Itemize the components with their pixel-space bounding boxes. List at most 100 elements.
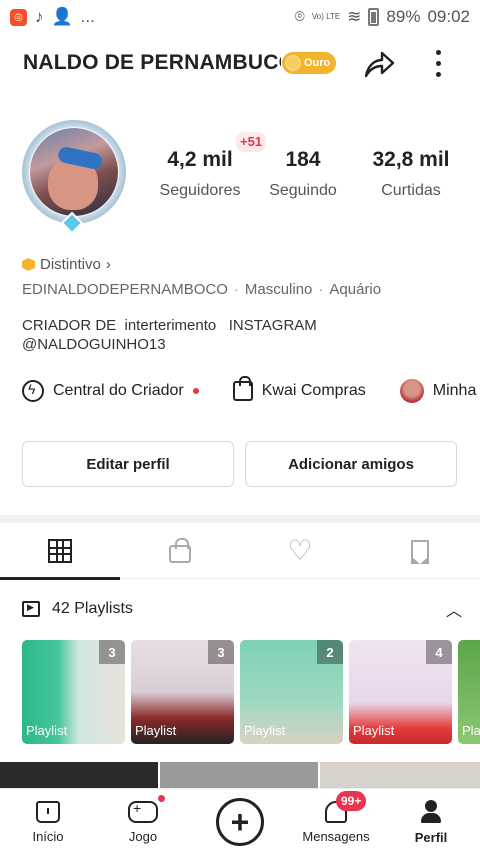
playlist-card[interactable]: Pla bbox=[458, 640, 480, 744]
kwai-app-icon: ◎ bbox=[10, 8, 27, 26]
playlist-label: Playlist bbox=[244, 723, 286, 738]
creator-center-link[interactable]: Central do Criador bbox=[22, 380, 199, 402]
battery-percent: 89% bbox=[386, 7, 421, 26]
video-thumbnail[interactable] bbox=[160, 762, 318, 790]
nav-messages-label: Mensagens bbox=[302, 829, 370, 844]
creator-center-label: Central do Criador bbox=[53, 382, 184, 399]
create-post-button[interactable]: + bbox=[216, 798, 264, 846]
playlist-card[interactable]: 3 Playlist bbox=[131, 640, 234, 744]
nav-profile-label: Perfil bbox=[414, 830, 448, 845]
playlist-card[interactable]: 3 Playlist bbox=[22, 640, 125, 744]
profile-bio: CRIADOR DE interterimento INSTAGRAM @NAL… bbox=[22, 316, 317, 354]
playlist-card[interactable]: 4 Playlist bbox=[349, 640, 452, 744]
playlist-row: 3 Playlist 3 Playlist 2 Playlist 4 Playl… bbox=[22, 640, 480, 744]
status-ellipsis: ... bbox=[80, 7, 95, 26]
nav-game-label: Jogo bbox=[128, 829, 158, 844]
video-thumbnail[interactable] bbox=[320, 762, 480, 790]
status-bar: ◎ ♪ 👤 ... ⌾ Vo) LTE ≋ 89% 09:02 bbox=[0, 0, 480, 34]
playlists-title: 42 Playlists bbox=[52, 600, 133, 617]
gold-level-badge[interactable]: Ouro bbox=[282, 52, 337, 74]
heart-icon: ♡ bbox=[287, 535, 313, 566]
status-right: ⌾ Vo) LTE ≋ 89% 09:02 bbox=[295, 7, 470, 27]
tab-liked[interactable]: ♡ bbox=[240, 523, 360, 579]
mine-link[interactable]: Minha bbox=[399, 379, 477, 403]
clock: 09:02 bbox=[427, 7, 470, 26]
nav-home[interactable]: Início bbox=[8, 797, 88, 851]
nav-game[interactable]: Jogo bbox=[103, 795, 183, 851]
notification-dot bbox=[158, 795, 165, 802]
video-thumbnail[interactable] bbox=[0, 762, 158, 790]
kwai-shopping-label: Kwai Compras bbox=[261, 382, 366, 399]
playlist-label: Pla bbox=[462, 723, 480, 738]
followers-label: Seguidores bbox=[159, 182, 241, 199]
grid-icon bbox=[48, 539, 72, 563]
person-icon bbox=[420, 800, 442, 824]
share-icon[interactable] bbox=[362, 48, 396, 80]
avatar[interactable] bbox=[22, 120, 126, 235]
playlists-header[interactable]: 42 Playlists ︿ bbox=[22, 596, 462, 622]
playlist-count: 2 bbox=[317, 640, 343, 664]
more-options-icon[interactable] bbox=[428, 46, 448, 80]
nav-messages[interactable]: 99+ Mensagens bbox=[296, 791, 376, 851]
avatar-photo bbox=[30, 128, 118, 216]
wifi-icon: ≋ bbox=[347, 7, 362, 26]
followers-count: 4,2 mil bbox=[167, 148, 233, 171]
tiktok-icon: ♪ bbox=[35, 7, 44, 26]
distintivo-label: Distintivo bbox=[40, 256, 101, 273]
stat-following[interactable]: 184 Seguindo bbox=[260, 148, 346, 200]
stat-likes[interactable]: 32,8 mil Curtidas bbox=[356, 148, 466, 200]
bio-line-1: CRIADOR DE interterimento INSTAGRAM bbox=[22, 317, 317, 334]
content-tabs: ♡ bbox=[0, 523, 480, 580]
chevron-right-icon: › bbox=[105, 256, 111, 273]
mini-avatar bbox=[399, 379, 424, 403]
gold-coin-icon bbox=[285, 55, 301, 71]
lightning-icon bbox=[22, 380, 44, 402]
distintivo-link[interactable]: Distintivo › bbox=[22, 256, 111, 273]
kwai-shopping-link[interactable]: Kwai Compras bbox=[232, 376, 366, 401]
nav-home-label: Início bbox=[32, 829, 64, 844]
profile-stats: +51 4,2 mil Seguidores 184 Seguindo 32,8… bbox=[150, 130, 460, 210]
tab-posts[interactable] bbox=[0, 523, 120, 580]
nav-profile[interactable]: Perfil bbox=[391, 797, 471, 851]
person-add-icon: 👤 bbox=[51, 7, 73, 26]
video-grid-preview bbox=[0, 762, 480, 790]
zodiac-sign: Aquário bbox=[329, 281, 382, 298]
username: EDINALDODEPERNAMBOCO bbox=[22, 281, 228, 298]
gamepad-icon bbox=[128, 800, 158, 823]
playlist-label: Playlist bbox=[353, 723, 395, 738]
tab-saved[interactable] bbox=[360, 523, 480, 579]
playlist-count: 4 bbox=[426, 640, 452, 664]
playlist-label: Playlist bbox=[26, 723, 68, 738]
location-icon: ⌾ bbox=[294, 7, 305, 26]
bio-line-2: @NALDOGUINHO13 bbox=[22, 336, 166, 353]
playlist-label: Playlist bbox=[135, 723, 177, 738]
playlist-card[interactable]: 2 Playlist bbox=[240, 640, 343, 744]
quick-links: Central do Criador Kwai Compras Minha bbox=[22, 374, 480, 408]
following-count: 184 bbox=[285, 148, 321, 171]
mine-label: Minha bbox=[432, 382, 477, 399]
battery-icon bbox=[368, 8, 380, 26]
edit-profile-button[interactable]: Editar perfil bbox=[22, 441, 234, 487]
status-left-icons: ◎ ♪ 👤 ... bbox=[10, 7, 95, 27]
active-tab-indicator bbox=[0, 577, 120, 580]
playlist-icon bbox=[22, 601, 40, 617]
chevron-up-icon[interactable]: ︿ bbox=[446, 597, 462, 621]
badge-label: Ouro bbox=[304, 57, 331, 69]
playlist-count: 3 bbox=[99, 640, 125, 664]
home-icon bbox=[36, 801, 60, 823]
badge-hexagon-icon bbox=[22, 258, 35, 271]
playlist-count: 3 bbox=[208, 640, 234, 664]
bookmark-icon bbox=[411, 540, 429, 564]
add-friends-button[interactable]: Adicionar amigos bbox=[245, 441, 457, 487]
lock-icon bbox=[169, 538, 191, 563]
following-label: Seguindo bbox=[269, 182, 337, 199]
tab-private[interactable] bbox=[120, 523, 240, 579]
stat-followers[interactable]: 4,2 mil Seguidores bbox=[150, 148, 250, 200]
likes-count: 32,8 mil bbox=[372, 148, 450, 171]
section-divider bbox=[0, 515, 480, 523]
profile-meta: EDINALDODEPERNAMBOCO · Masculino · Aquário bbox=[22, 281, 382, 298]
bottom-navigation: Início Jogo + 99+ Mensagens Perfil bbox=[0, 788, 480, 854]
likes-label: Curtidas bbox=[381, 182, 441, 199]
gender: Masculino bbox=[244, 281, 313, 298]
shopping-bag-icon bbox=[232, 376, 253, 401]
